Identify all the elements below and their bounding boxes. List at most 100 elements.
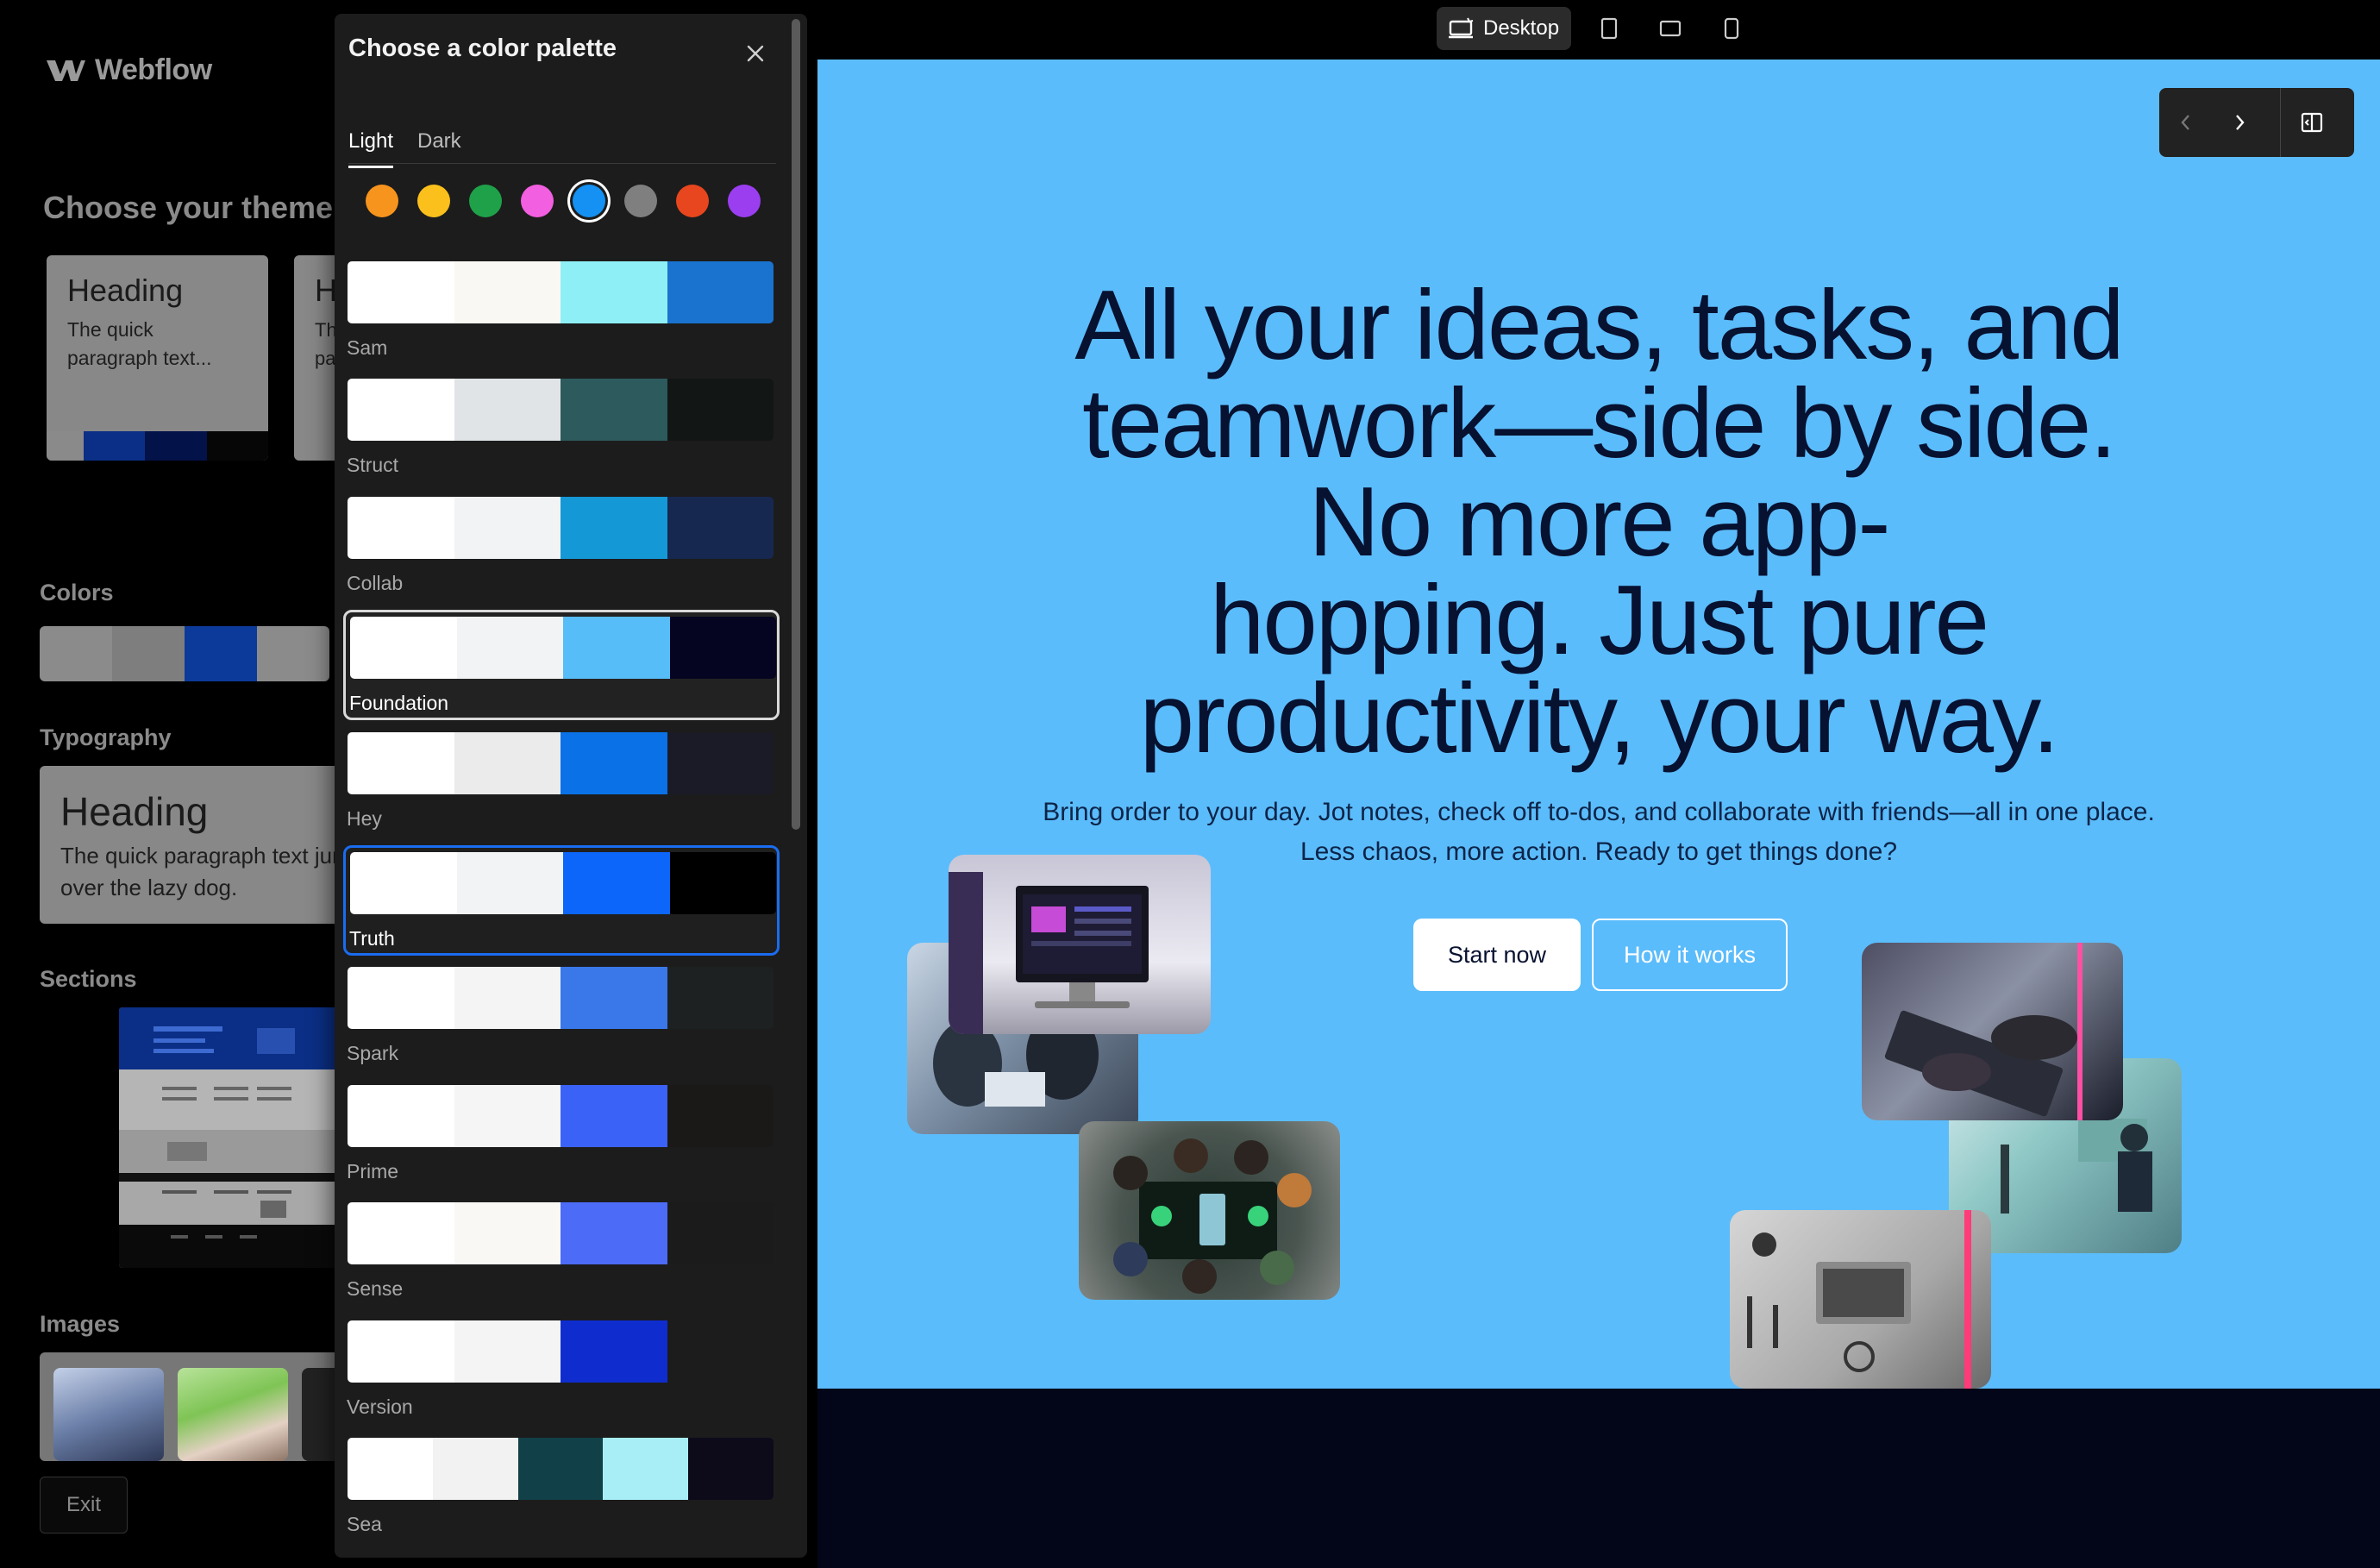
palette-swatch xyxy=(456,617,563,680)
tab-light[interactable]: Light xyxy=(348,129,394,168)
hero-title-line: teamwork—side by side. xyxy=(1082,369,2117,479)
palette-swatch xyxy=(667,731,774,794)
palette-swatch xyxy=(667,1084,774,1147)
palette-option-hey[interactable]: Hey xyxy=(343,728,780,838)
hue-dot-green[interactable] xyxy=(469,185,502,217)
palette-option-foundation[interactable]: Foundation xyxy=(343,610,780,721)
typography-heading: Heading xyxy=(60,789,209,834)
computer-photo-graphic xyxy=(949,872,1149,1034)
hue-dot-pink[interactable] xyxy=(521,185,554,217)
desk-items-photo xyxy=(1730,1210,1991,1389)
modal-scrollbar[interactable] xyxy=(792,19,800,830)
team-table-photo-graphic xyxy=(1113,1138,1312,1294)
panel-toggle-icon xyxy=(2301,112,2323,133)
palette-swatch xyxy=(667,1320,774,1383)
palette-swatch xyxy=(456,852,563,914)
palette-swatches xyxy=(348,1202,774,1265)
tablet-landscape-view-button[interactable] xyxy=(1647,7,1694,50)
exit-button[interactable]: Exit xyxy=(40,1477,128,1534)
palette-swatches xyxy=(350,852,776,914)
palette-option-sense[interactable]: Sense xyxy=(343,1198,780,1308)
webflow-logo-icon xyxy=(47,60,85,81)
palette-swatches xyxy=(348,496,774,559)
hue-dot-orange[interactable] xyxy=(366,185,398,217)
palette-swatch xyxy=(348,1438,433,1500)
palette-name: Hey xyxy=(347,806,382,830)
mobile-view-button[interactable] xyxy=(1709,7,1754,50)
app-window: Webflow Choose your theme Heading The qu… xyxy=(0,0,2380,1568)
hue-dot-gray[interactable] xyxy=(624,185,657,217)
tab-dark[interactable]: Dark xyxy=(417,129,461,166)
computer-photo xyxy=(949,855,1211,1034)
toggle-panel-button[interactable] xyxy=(2295,88,2329,157)
palette-swatch xyxy=(667,379,774,442)
colors-swatch-bar[interactable] xyxy=(40,626,329,681)
sections-thumbnail[interactable] xyxy=(119,1007,360,1268)
palette-name: Sea xyxy=(347,1513,382,1535)
palette-option-sam[interactable]: Sam xyxy=(343,257,780,367)
hero-subtitle-line: Bring order to your day. Jot notes, chec… xyxy=(1043,798,2155,826)
desktop-view-button[interactable]: Desktop xyxy=(1437,7,1572,50)
palette-name: Foundation xyxy=(349,692,449,715)
palette-option-version[interactable]: Version xyxy=(343,1316,780,1427)
previous-button[interactable] xyxy=(2159,88,2213,157)
palette-swatch xyxy=(669,852,776,914)
palette-swatch xyxy=(603,1438,689,1500)
palette-swatch xyxy=(348,379,454,442)
palette-name: Struct xyxy=(347,454,399,477)
palette-swatch xyxy=(350,617,457,680)
palette-swatch xyxy=(454,1320,561,1383)
palette-swatch xyxy=(561,1084,667,1147)
palette-swatches xyxy=(348,1320,774,1383)
palette-swatch xyxy=(348,731,454,794)
palette-swatch xyxy=(561,1202,667,1265)
device-toolbar: Desktop xyxy=(1437,7,1754,50)
close-button[interactable] xyxy=(736,34,774,72)
color-palette-modal: Choose a color palette Light Dark Sam Str… xyxy=(335,14,807,1558)
hue-dot-red[interactable] xyxy=(676,185,709,217)
palette-option-prime[interactable]: Prime xyxy=(343,1081,780,1191)
image-thumb xyxy=(53,1368,164,1461)
choose-theme-title: Choose your theme xyxy=(43,190,334,225)
images-thumbnail[interactable] xyxy=(40,1352,385,1461)
site-preview: Desktop All your ideas, tasks, and teamw… xyxy=(816,0,2380,1568)
sections-preview-graphic xyxy=(119,1007,360,1268)
palette-swatch xyxy=(561,731,667,794)
palette-swatch xyxy=(348,1202,454,1265)
palette-swatch xyxy=(667,967,774,1030)
hue-dot-blue[interactable] xyxy=(573,185,605,217)
nav-divider xyxy=(2280,88,2281,157)
palette-swatch xyxy=(348,261,454,323)
hue-filter-dots xyxy=(366,185,761,217)
hero-title-line: productivity, your way. xyxy=(1139,664,2060,774)
palette-option-struct[interactable]: Struct xyxy=(343,374,780,485)
typography-label: Typography xyxy=(40,724,172,750)
desktop-icon xyxy=(1449,17,1474,39)
palette-swatch xyxy=(454,379,561,442)
palette-swatch xyxy=(454,1084,561,1147)
theme-card[interactable]: Heading The quick paragraph text... xyxy=(47,255,268,461)
palette-swatch xyxy=(348,496,454,559)
palette-swatch xyxy=(688,1438,774,1500)
hero-title-line: hopping. Just pure xyxy=(1210,566,1989,675)
hero-title-line: No more app- xyxy=(1308,467,1891,577)
palette-option-collab[interactable]: Collab xyxy=(343,492,780,603)
logo-text: Webflow xyxy=(95,53,212,86)
tablet-view-button[interactable] xyxy=(1587,7,1632,50)
team-table-photo xyxy=(1079,1121,1340,1300)
palette-swatches xyxy=(348,261,774,323)
hue-dot-purple[interactable] xyxy=(728,185,761,217)
images-label: Images xyxy=(40,1311,121,1337)
palette-option-spark[interactable]: Spark xyxy=(343,963,780,1073)
palette-option-sea[interactable]: Sea xyxy=(343,1433,780,1544)
hue-dot-yellow[interactable] xyxy=(417,185,450,217)
chevron-right-icon xyxy=(2236,115,2245,130)
theme-card-paragraph: The quick paragraph text... xyxy=(67,318,212,369)
start-now-button[interactable]: Start now xyxy=(1413,919,1581,991)
palette-swatches xyxy=(350,617,776,680)
palette-swatches xyxy=(348,731,774,794)
tablet-landscape-icon xyxy=(1659,20,1682,37)
palette-option-truth[interactable]: Truth xyxy=(343,845,780,956)
how-it-works-button[interactable]: How it works xyxy=(1592,919,1788,991)
next-button[interactable] xyxy=(2213,88,2266,157)
